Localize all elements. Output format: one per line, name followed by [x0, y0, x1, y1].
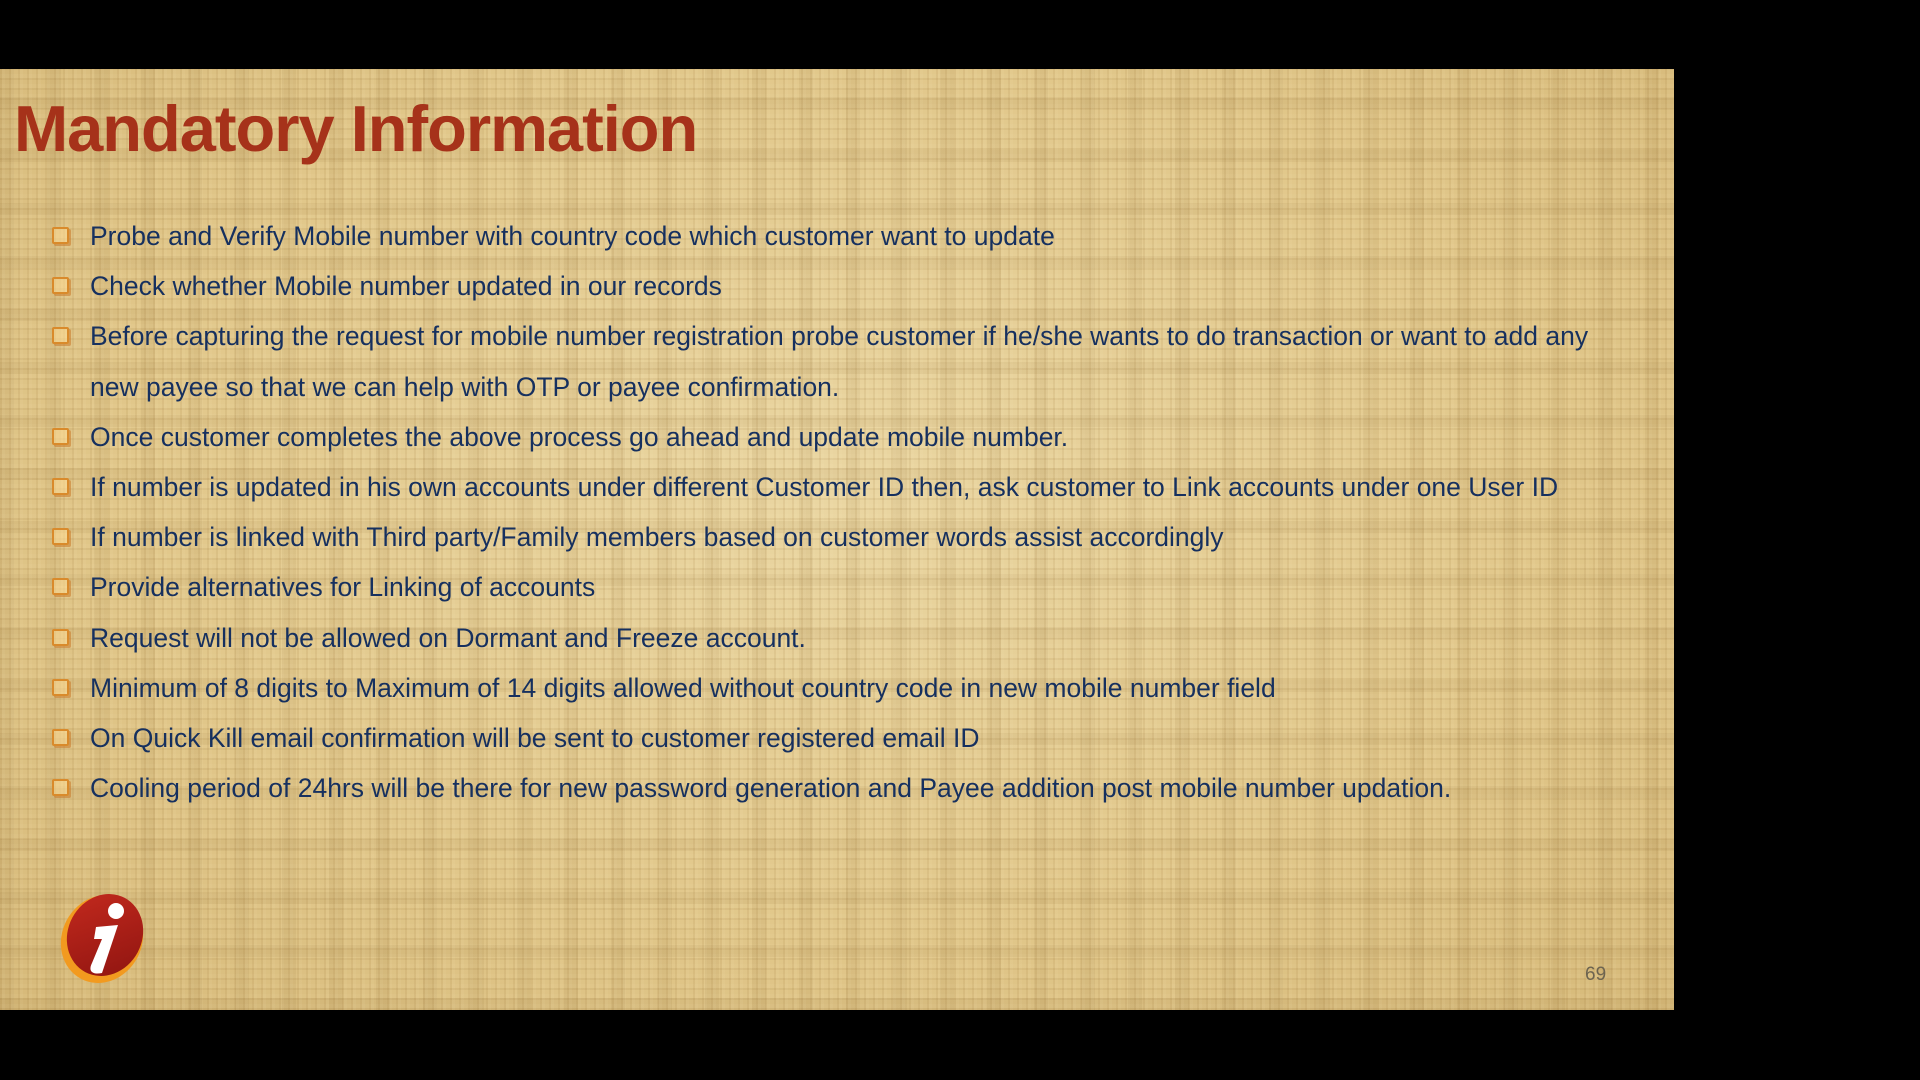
bullet-item: Check whether Mobile number updated in o… [50, 261, 1630, 311]
square-bullet-icon [52, 427, 69, 445]
square-bullet-icon [52, 277, 69, 295]
bullet-item: Provide alternatives for Linking of acco… [50, 562, 1630, 612]
square-bullet-icon [52, 478, 69, 496]
bullet-text: Cooling period of 24hrs will be there fo… [90, 773, 1452, 804]
bullet-text: Probe and Verify Mobile number with coun… [90, 221, 1055, 251]
icici-logo-icon [52, 887, 152, 987]
page-number: 69 [1585, 964, 1607, 985]
bullet-item: Cooling period of 24hrs will be there fo… [50, 763, 1630, 813]
bullet-text: Provide alternatives for Linking of acco… [90, 572, 596, 603]
bullet-item: On Quick Kill email confirmation will be… [50, 713, 1630, 763]
bullet-list: Probe and Verify Mobile number with coun… [50, 211, 1630, 813]
bullet-item: Minimum of 8 digits to Maximum of 14 dig… [50, 663, 1630, 713]
square-bullet-icon [52, 327, 69, 345]
presentation-screen: Mandatory Information Probe and Verify M… [0, 0, 1920, 1080]
square-bullet-icon [52, 227, 69, 244]
square-bullet-icon [52, 729, 69, 747]
square-bullet-icon [52, 578, 69, 596]
bullet-item: Request will not be allowed on Dormant a… [50, 613, 1630, 663]
square-bullet-icon [52, 779, 69, 797]
bullet-item: Probe and Verify Mobile number with coun… [50, 211, 1630, 261]
bullet-text: Request will not be allowed on Dormant a… [90, 622, 806, 653]
slide-title: Mandatory Information [14, 92, 698, 165]
bullet-text: Check whether Mobile number updated in o… [90, 271, 722, 302]
bullet-item: If number is updated in his own accounts… [50, 462, 1630, 512]
bullet-item: Before capturing the request for mobile … [50, 311, 1630, 411]
square-bullet-icon [52, 628, 69, 646]
square-bullet-icon [52, 678, 69, 696]
bullet-text: If number is linked with Third party/Fam… [90, 522, 1224, 553]
square-bullet-icon [52, 528, 69, 546]
bullet-text: Once customer completes the above proces… [90, 421, 1069, 452]
bullet-text: On Quick Kill email confirmation will be… [90, 723, 980, 754]
slide: Mandatory Information Probe and Verify M… [0, 69, 1674, 1010]
bullet-text: Minimum of 8 digits to Maximum of 14 dig… [90, 672, 1276, 703]
bullet-item: If number is linked with Third party/Fam… [50, 512, 1630, 562]
bullet-text: Before capturing the request for mobile … [90, 321, 1589, 402]
bullet-item: Once customer completes the above proces… [50, 412, 1630, 462]
bullet-text: If number is updated in his own accounts… [90, 472, 1559, 503]
